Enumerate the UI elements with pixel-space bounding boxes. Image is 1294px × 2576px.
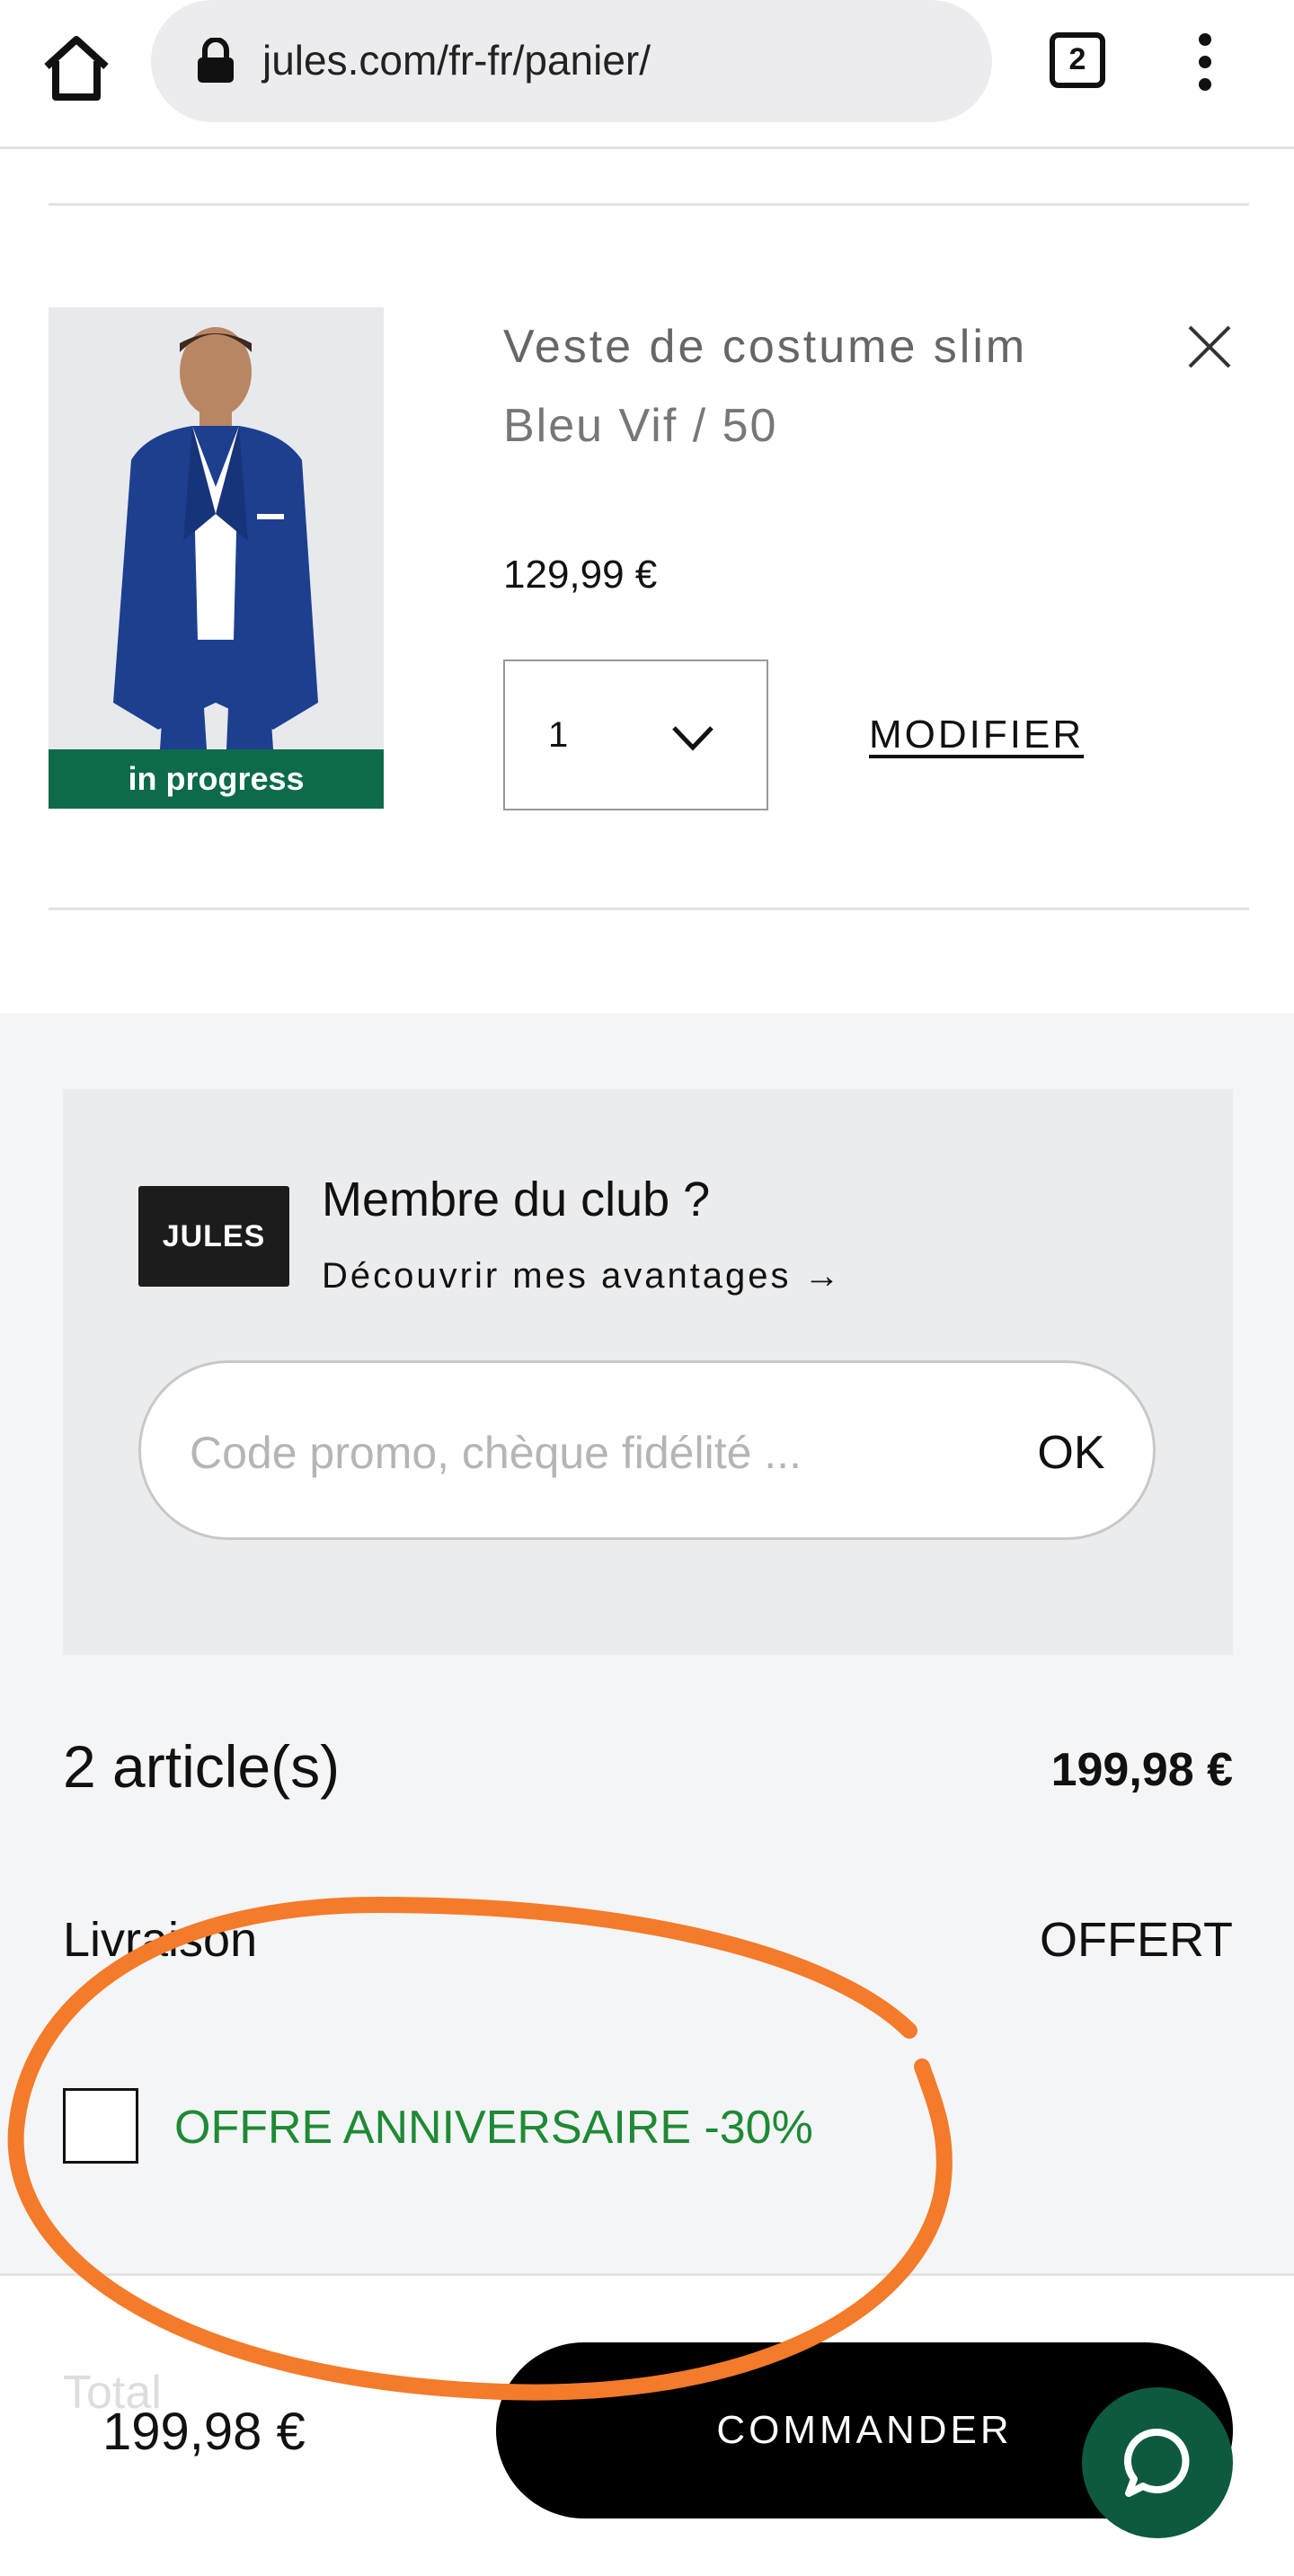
- close-icon[interactable]: [1184, 322, 1235, 372]
- url-text: jules.com/fr-fr/panier/: [262, 37, 651, 84]
- promo-code-input[interactable]: [190, 1417, 944, 1489]
- modify-link[interactable]: MODIFIER: [869, 713, 1084, 757]
- delivery-value: OFFERT: [1040, 1913, 1233, 1967]
- divider: [49, 907, 1249, 910]
- promo-ok-button[interactable]: OK: [1013, 1408, 1130, 1498]
- chat-icon: [1123, 2428, 1190, 2497]
- checkout-footer: Total 199,98 € COMMANDER: [0, 2273, 1294, 2576]
- product-variant: Bleu Vif / 50: [503, 400, 778, 452]
- promo-code-field[interactable]: OK: [138, 1360, 1156, 1540]
- product-image[interactable]: in progress: [49, 307, 384, 809]
- product-price: 129,99 €: [503, 553, 658, 597]
- tabs-icon[interactable]: 2: [1050, 32, 1105, 88]
- lock-icon: [198, 38, 234, 83]
- articles-total: 199,98 €: [1050, 1744, 1233, 1796]
- browser-toolbar: jules.com/fr-fr/panier/ 2: [0, 0, 1294, 149]
- product-photo: [49, 307, 384, 749]
- jules-logo: JULES: [138, 1186, 289, 1287]
- home-icon[interactable]: [36, 27, 117, 108]
- total-value: 199,98 €: [102, 2403, 306, 2461]
- quantity-value: 1: [548, 715, 569, 755]
- club-box: JULES Membre du club ? Découvrir mes ava…: [63, 1089, 1233, 1655]
- address-bar[interactable]: jules.com/fr-fr/panier/: [151, 0, 992, 122]
- divider: [49, 203, 1249, 206]
- chat-button[interactable]: [1082, 2387, 1233, 2538]
- chevron-down-icon: [672, 726, 713, 751]
- club-benefits-link[interactable]: Découvrir mes avantages →: [322, 1256, 843, 1297]
- club-title: Membre du club ?: [322, 1173, 711, 1226]
- quantity-select[interactable]: 1: [503, 659, 768, 810]
- product-name[interactable]: Veste de costume slim: [503, 320, 1027, 374]
- menu-icon[interactable]: [1192, 31, 1219, 93]
- articles-count: 2 article(s): [63, 1733, 341, 1800]
- offer-label[interactable]: OFFRE ANNIVERSAIRE -30%: [174, 2101, 813, 2155]
- delivery-label: Livraison: [63, 1913, 258, 1967]
- offer-checkbox[interactable]: [63, 2088, 138, 2164]
- product-badge: in progress: [49, 749, 384, 809]
- tab-count: 2: [1068, 42, 1086, 76]
